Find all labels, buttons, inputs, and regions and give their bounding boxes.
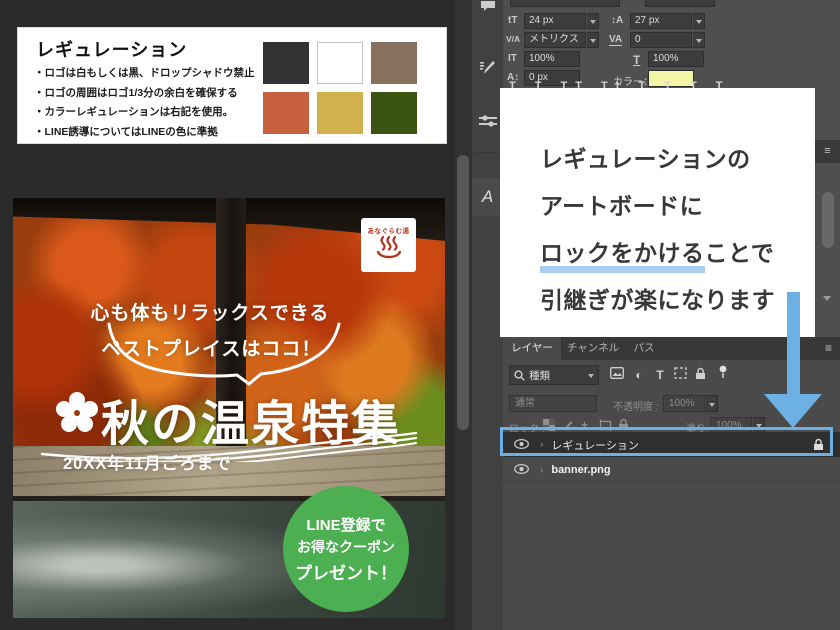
callout-line3: ロックをかけることで <box>540 230 815 277</box>
regulation-title: レギュレーション <box>36 36 187 62</box>
panel-menu-icon[interactable]: ≡ <box>824 145 830 157</box>
badge-line1: LINE登録で <box>306 514 385 535</box>
filter-type-icon[interactable]: T <box>652 367 668 383</box>
font-size-dropdown[interactable] <box>587 13 599 29</box>
line-coupon-badge: LINE登録で お得なクーポン プレゼント！ <box>283 486 409 612</box>
font-size-icon: tT <box>508 15 517 26</box>
photoshop-window: レギュレーション ・ロゴは白もしくは黒、ドロップシャドウ禁止 ・ロゴの周囲はロゴ… <box>0 0 840 630</box>
glyphs-a-icon: A <box>482 187 493 207</box>
opacity-dropdown[interactable] <box>706 395 718 412</box>
color-swatch <box>263 92 309 134</box>
tutorial-callout: レギュレーションの アートボードに ロックをかけることで 引継ぎが楽になります <box>500 88 815 337</box>
filter-kind-label: 種類 <box>529 367 550 385</box>
vertical-scale-field[interactable]: 100% <box>524 51 580 67</box>
leading-icon: ↕A <box>611 15 623 26</box>
opacity-field[interactable]: 100% <box>663 395 705 412</box>
chevron-down-icon <box>588 374 594 378</box>
tab-layers[interactable]: レイヤー <box>503 337 561 360</box>
layer-name[interactable]: banner.png <box>551 464 610 476</box>
badge-line3: プレゼント！ <box>295 559 397 584</box>
color-swatch <box>263 42 309 84</box>
divider <box>475 152 500 153</box>
layer-row-banner[interactable]: › banner.png <box>503 459 840 482</box>
regulation-rules: ・ロゴは白もしくは黒、ドロップシャドウ禁止 ・ロゴの周囲はロゴ1/3分の余白を確… <box>34 64 255 142</box>
chevron-down-icon[interactable] <box>823 296 831 301</box>
leading-field[interactable]: 27 px <box>630 13 692 29</box>
onsen-icon <box>374 235 404 259</box>
regulation-artboard[interactable]: レギュレーション ・ロゴは白もしくは黒、ドロップシャドウ禁止 ・ロゴの周囲はロゴ… <box>17 27 447 144</box>
comment-panel-icon[interactable] <box>472 0 503 20</box>
visibility-eye-icon[interactable] <box>512 461 530 479</box>
regulation-rule: ・ロゴの周囲はロゴ1/3分の余白を確保する <box>34 84 255 104</box>
callout-line4: 引継ぎが楽になります <box>540 277 815 324</box>
scrollbar-thumb[interactable] <box>457 155 469 430</box>
callout-line1: レギュレーションの <box>540 136 815 183</box>
color-palette <box>263 42 417 134</box>
tracking-icon: VA <box>609 34 622 46</box>
color-swatch <box>317 42 363 84</box>
opacity-label: 不透明度 : <box>613 398 659 413</box>
panel-dock: A <box>472 0 503 630</box>
filter-adjustment-icon[interactable]: ◐ <box>631 367 647 383</box>
annotation-highlight-border <box>500 427 833 456</box>
brush-settings-icon[interactable] <box>472 50 503 84</box>
regulation-rule: ・カラーレギュレーションは右記を使用。 <box>34 103 255 123</box>
canvas-area[interactable]: レギュレーション ・ロゴは白もしくは黒、ドロップシャドウ禁止 ・ロゴの周囲はロゴ… <box>0 0 455 630</box>
banner-artboard[interactable]: あなぐらむ湯 心も体もリラックスできる ベストプレイスはココ！ <box>13 198 445 618</box>
canvas-scrollbar[interactable] <box>455 0 472 630</box>
color-swatch <box>371 92 417 134</box>
font-size-field[interactable]: 24 px <box>524 13 586 29</box>
panel-scrollbar-thumb[interactable] <box>822 192 834 248</box>
font-style-select[interactable] <box>645 0 715 7</box>
hidden-panel-edge: ≡ <box>815 88 840 337</box>
panel-menu-icon[interactable]: ≡ <box>817 337 840 360</box>
callout-highlight: ロックをかける <box>540 240 705 273</box>
filter-pixel-layers-icon[interactable] <box>609 367 625 383</box>
font-family-select[interactable] <box>510 0 620 7</box>
search-icon <box>514 370 525 381</box>
blend-mode-select[interactable]: 通常 <box>509 395 597 412</box>
color-swatch <box>371 42 417 84</box>
tab-paths[interactable]: パス <box>625 337 663 360</box>
kerning-field[interactable]: メトリクス <box>524 32 586 48</box>
filter-toggle-pin[interactable] <box>715 365 731 381</box>
panel-header-bar: ≡ <box>815 140 840 163</box>
tab-channels[interactable]: チャンネル <box>561 337 625 360</box>
properties-panel-icon[interactable] <box>472 104 503 138</box>
horizontal-scale-field[interactable]: 100% <box>648 51 704 67</box>
annotation-arrow-shaft <box>787 292 800 396</box>
vertical-scale-icon: IT <box>508 53 517 64</box>
filter-shape-icon[interactable] <box>672 367 688 383</box>
banner-date: 20XX年11月ごろまで <box>63 450 232 474</box>
regulation-rule: ・LINE誘導についてはLINEの色に準拠 <box>34 123 255 143</box>
kerning-icon: V/A <box>506 34 520 44</box>
layer-filter-select[interactable]: 種類 <box>509 365 599 385</box>
filter-smart-object-icon[interactable] <box>692 367 708 383</box>
horizontal-scale-icon: T <box>633 53 640 67</box>
speech-swash-icon <box>103 320 343 388</box>
annotation-arrow-head <box>764 394 822 428</box>
glyphs-panel-icon[interactable]: A <box>472 178 503 216</box>
callout-line2: アートボードに <box>540 183 815 230</box>
logo-text: あなぐらむ湯 <box>361 225 416 235</box>
badge-line2: お得なクーポン <box>297 537 395 557</box>
leading-dropdown[interactable] <box>693 13 705 29</box>
character-panel: tT 24 px ↕A 27 px V/A メトリクス VA 0 IT 100%… <box>503 0 840 96</box>
tracking-dropdown[interactable] <box>693 32 705 48</box>
onsen-logo-badge: あなぐらむ湯 <box>361 218 416 272</box>
expand-chevron-icon[interactable]: › <box>540 465 543 476</box>
kerning-dropdown[interactable] <box>587 32 599 48</box>
color-swatch <box>317 92 363 134</box>
tracking-field[interactable]: 0 <box>630 32 692 48</box>
regulation-rule: ・ロゴは白もしくは黒、ドロップシャドウ禁止 <box>34 64 255 84</box>
